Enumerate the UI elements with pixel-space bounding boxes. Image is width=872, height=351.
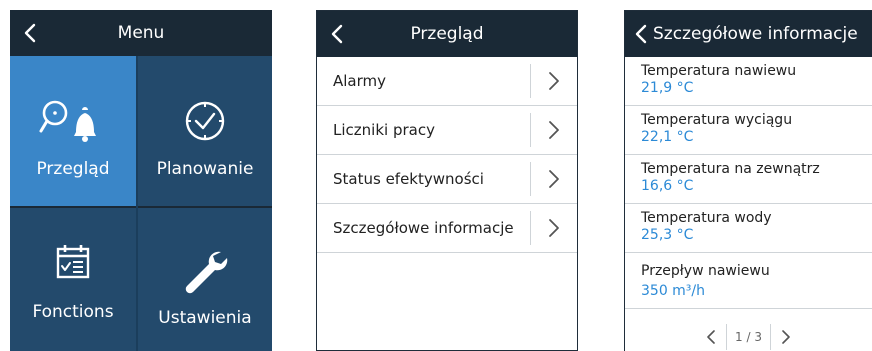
list-item-label: Alarmy: [333, 72, 387, 90]
prev-page-button[interactable]: [696, 330, 726, 344]
list-item: Temperatura wyciągu 22,1 °C: [625, 106, 872, 155]
list-item: Temperatura na zewnątrz 16,6 °C: [625, 155, 872, 204]
pagination: 1 / 3: [625, 323, 872, 351]
tile-label: Przegląd: [36, 159, 110, 179]
page-title: Szczegółowe informacje: [653, 24, 858, 44]
chevron-left-icon: [24, 23, 36, 43]
info-value: 25,3 °C: [641, 227, 694, 243]
details-screen: Szczegółowe informacje Temperatura nawie…: [624, 10, 872, 351]
chevron-left-icon: [707, 330, 715, 344]
list-item: Temperatura wody 25,3 °C: [625, 204, 872, 253]
back-button[interactable]: [317, 11, 357, 57]
list-item-liczniki[interactable]: Liczniki pracy: [317, 106, 577, 155]
info-label: Temperatura wody: [641, 210, 772, 226]
list-item-label: Status efektywności: [333, 170, 484, 188]
overview-screen: Przegląd Alarmy Liczniki pracy Status ef…: [316, 10, 578, 351]
info-value: 22,1 °C: [641, 129, 694, 145]
chevron-right-icon: [531, 71, 577, 91]
list-item: Temperatura nawiewu 21,9 °C: [625, 57, 872, 106]
tile-przeglad[interactable]: Przegląd: [10, 56, 136, 206]
tile-label: Fonctions: [32, 302, 114, 322]
details-header: Szczegółowe informacje: [625, 11, 872, 57]
tile-fonctions[interactable]: Fonctions: [10, 206, 136, 351]
info-label: Temperatura na zewnątrz: [641, 161, 820, 177]
overview-header: Przegląd: [317, 11, 577, 57]
chevron-right-icon: [531, 169, 577, 189]
wrench-icon: [138, 248, 272, 296]
calendar-checklist-icon: [10, 242, 136, 282]
chevron-left-icon: [635, 24, 647, 44]
next-page-button[interactable]: [771, 330, 801, 344]
tile-planowanie[interactable]: Planowanie: [138, 56, 272, 206]
back-button[interactable]: [10, 10, 50, 56]
menu-grid: Przegląd Planowanie Fonctions Ustawienia: [10, 56, 272, 351]
chevron-right-icon: [531, 218, 577, 238]
list-item: Przepływ nawiewu 350 m³/h: [625, 253, 872, 309]
search-bell-icon: [10, 98, 136, 144]
tile-label: Planowanie: [156, 159, 254, 179]
menu-header: Menu: [10, 10, 272, 56]
list-item-label: Szczegółowe informacje: [333, 219, 514, 237]
clock-icon: [138, 98, 272, 144]
info-value: 21,9 °C: [641, 80, 694, 96]
chevron-right-icon: [782, 330, 790, 344]
chevron-left-icon: [331, 24, 343, 44]
list-item-label: Liczniki pracy: [333, 121, 435, 139]
info-value: 16,6 °C: [641, 178, 694, 194]
info-value: 350 m³/h: [641, 283, 706, 299]
list-item-szczegolowe[interactable]: Szczegółowe informacje: [317, 204, 577, 253]
info-label: Przepływ nawiewu: [641, 263, 770, 279]
tile-ustawienia[interactable]: Ustawienia: [138, 206, 272, 351]
list-item-status[interactable]: Status efektywności: [317, 155, 577, 204]
details-list: Temperatura nawiewu 21,9 °C Temperatura …: [625, 57, 872, 309]
overview-list: Alarmy Liczniki pracy Status efektywnośc…: [317, 57, 577, 253]
page-indicator: 1 / 3: [726, 324, 771, 350]
menu-screen: Menu Przegląd Planowanie Fonctions Ustaw…: [10, 10, 272, 351]
chevron-right-icon: [531, 120, 577, 140]
tile-label: Ustawienia: [158, 308, 252, 328]
list-item-alarmy[interactable]: Alarmy: [317, 57, 577, 106]
back-button[interactable]: [629, 11, 653, 57]
info-label: Temperatura nawiewu: [641, 63, 797, 79]
info-label: Temperatura wyciągu: [641, 112, 793, 128]
